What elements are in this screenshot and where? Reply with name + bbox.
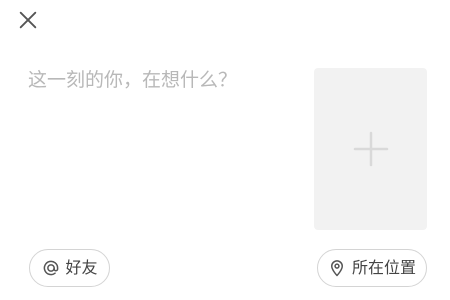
close-button[interactable] [12,4,44,36]
mention-friends-button[interactable]: 好友 [29,249,110,287]
post-input[interactable] [28,66,298,226]
add-photo-button[interactable] [314,68,427,230]
new-post-screen: 好友 所在位置 [0,0,450,300]
plus-icon [353,131,389,167]
location-button[interactable]: 所在位置 [317,249,427,287]
close-icon [17,9,39,31]
location-pin-icon [328,259,346,277]
at-icon [42,259,60,277]
friends-label: 好友 [65,258,98,277]
location-label: 所在位置 [352,258,417,277]
